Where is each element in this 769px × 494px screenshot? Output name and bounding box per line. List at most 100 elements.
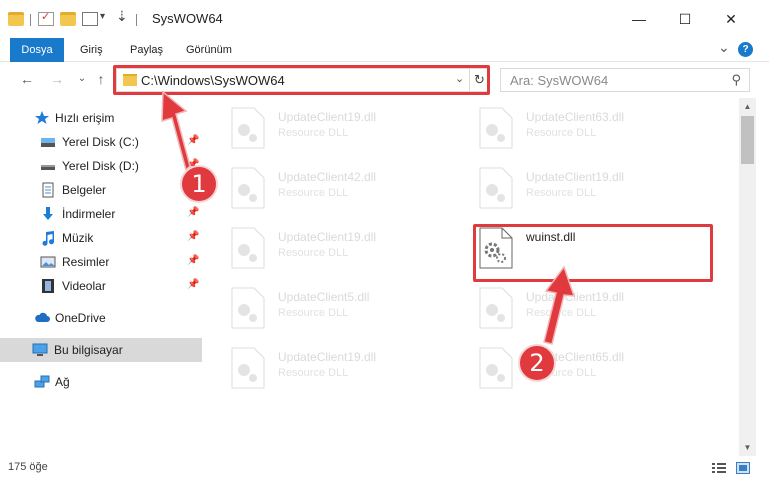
drive-icon: [41, 165, 55, 170]
pin-icon[interactable]: 📌: [187, 255, 199, 266]
sidebar-item-downloads[interactable]: İndirmeler 📌: [0, 202, 202, 226]
folder-icon: [8, 12, 24, 26]
search-icon[interactable]: ⚲: [731, 72, 741, 88]
video-icon: [42, 279, 54, 293]
file-type: Resource DLL: [278, 367, 349, 379]
dll-file-icon: [231, 287, 265, 329]
scroll-thumb[interactable]: [741, 116, 754, 164]
file-item[interactable]: UpdateClient19.dll Resource DLL: [478, 166, 688, 216]
divider: [136, 14, 137, 26]
window-title: SysWOW64: [152, 11, 223, 26]
step-1-badge: 1: [180, 165, 218, 203]
file-item[interactable]: UpdateClient63.dll Resource DLL: [478, 106, 688, 156]
star-icon: [35, 111, 49, 124]
tab-file[interactable]: Dosya: [10, 38, 64, 62]
sidebar-item-label: Yerel Disk (D:): [62, 159, 139, 173]
drive-icon: [41, 138, 55, 147]
dll-file-icon: [231, 107, 265, 149]
search-placeholder: Ara: SysWOW64: [510, 73, 609, 88]
file-name: UpdateClient19.dll: [526, 290, 625, 304]
file-type: Resource DLL: [526, 127, 597, 139]
sidebar-item-network[interactable]: Ağ: [0, 370, 202, 394]
tab-home[interactable]: Giriş: [80, 38, 103, 62]
pictures-icon: [40, 256, 56, 268]
pin-icon[interactable]: 📌: [187, 231, 199, 242]
item-count: 175 öğe: [8, 461, 48, 473]
file-item[interactable]: UpdateClient19.dll Resource DLL: [230, 106, 440, 156]
back-button[interactable]: ←: [18, 70, 36, 88]
minimize-button[interactable]: —: [616, 0, 662, 38]
maximize-button[interactable]: ☐: [662, 0, 708, 38]
sidebar-item-label: Bu bilgisayar: [54, 343, 123, 357]
sidebar-item-drive-c[interactable]: Yerel Disk (C:) 📌: [0, 130, 202, 154]
sidebar-item-quick-access[interactable]: Hızlı erişim: [0, 106, 202, 130]
dll-file-icon: [231, 167, 265, 209]
dll-file-icon: [231, 347, 265, 389]
file-type: Resource DLL: [278, 247, 349, 259]
cloud-icon: [35, 312, 50, 322]
sidebar-item-label: Müzik: [62, 231, 94, 245]
dll-file-icon: [231, 227, 265, 269]
file-type: Resource DLL: [526, 307, 597, 319]
sidebar-item-label: Yerel Disk (C:): [62, 135, 139, 149]
step-2-badge: 2: [518, 344, 556, 382]
up-button[interactable]: ↑: [92, 70, 110, 88]
file-name: UpdateClient19.dll: [278, 230, 377, 244]
toolbar-dropdown-icon[interactable]: ⇣: [116, 8, 128, 25]
file-item[interactable]: UpdateClient19.dll Resource DLL: [478, 286, 688, 336]
title-bar: ✓ ▾ ⇣ SysWOW64 — ☐ ✕: [0, 0, 769, 38]
address-highlight-box: [113, 65, 490, 95]
tab-view[interactable]: Görünüm: [186, 38, 232, 62]
large-icons-view-icon[interactable]: [736, 462, 750, 474]
file-highlight-box: [473, 224, 713, 282]
sidebar-item-drive-d[interactable]: Yerel Disk (D:) 📌: [0, 154, 202, 178]
recent-locations-button[interactable]: ⌄: [73, 70, 91, 88]
file-type: Resource DLL: [278, 187, 349, 199]
forward-button[interactable]: →: [48, 70, 66, 88]
file-item[interactable]: UpdateClient19.dll Resource DLL: [230, 226, 440, 276]
file-type: Resource DLL: [526, 187, 597, 199]
dll-file-icon: [479, 107, 513, 149]
ribbon-tabs: Dosya Giriş Paylaş Görünüm ⌄ ?: [0, 38, 769, 62]
file-name: UpdateClient5.dll: [278, 290, 370, 304]
sidebar-item-onedrive[interactable]: OneDrive: [0, 306, 202, 330]
new-folder-icon[interactable]: [60, 12, 76, 26]
customize-toolbar-icon[interactable]: ▾: [100, 11, 105, 22]
file-item[interactable]: UpdateClient42.dll Resource DLL: [230, 166, 440, 216]
details-view-icon[interactable]: [712, 462, 726, 474]
close-button[interactable]: ✕: [708, 0, 754, 38]
sidebar-item-documents[interactable]: Belgeler 📌: [0, 178, 202, 202]
dll-file-icon: [479, 287, 513, 329]
sidebar-item-videos[interactable]: Videolar 📌: [0, 274, 202, 298]
sidebar-item-pictures[interactable]: Resimler 📌: [0, 250, 202, 274]
search-box[interactable]: Ara: SysWOW64 ⚲: [500, 68, 750, 92]
sidebar-item-label: OneDrive: [55, 311, 106, 325]
pin-icon[interactable]: 📌: [187, 135, 199, 146]
computer-icon: [32, 343, 48, 356]
file-name: UpdateClient19.dll: [278, 350, 377, 364]
status-bar: 175 öğe: [0, 458, 769, 494]
vertical-scrollbar[interactable]: ▲ ▼: [739, 98, 756, 456]
pin-icon[interactable]: 📌: [187, 279, 199, 290]
dll-file-icon: [479, 347, 513, 389]
properties-icon[interactable]: ✓: [38, 11, 54, 26]
file-item[interactable]: UpdateClient5.dll Resource DLL: [230, 286, 440, 336]
music-icon: [42, 231, 54, 246]
expand-ribbon-icon[interactable]: ⌄: [718, 39, 730, 56]
scroll-down-icon[interactable]: ▼: [739, 439, 756, 456]
document-icon: [42, 182, 54, 198]
scroll-up-icon[interactable]: ▲: [739, 98, 756, 115]
file-item[interactable]: UpdateClient65.dll Resource DLL: [478, 346, 688, 396]
tab-share[interactable]: Paylaş: [130, 38, 163, 62]
file-item[interactable]: UpdateClient19.dll Resource DLL: [230, 346, 440, 396]
sidebar-item-this-pc[interactable]: Bu bilgisayar: [0, 338, 202, 362]
file-name: UpdateClient63.dll: [526, 110, 625, 124]
view-toggle-icon[interactable]: [82, 12, 98, 26]
pin-icon[interactable]: 📌: [187, 207, 199, 218]
sidebar-item-label: Ağ: [55, 375, 70, 389]
help-icon[interactable]: ?: [738, 42, 753, 57]
file-name: UpdateClient19.dll: [526, 170, 625, 184]
sidebar-item-label: Resimler: [62, 255, 110, 269]
divider: [30, 14, 31, 26]
sidebar-item-music[interactable]: Müzik 📌: [0, 226, 202, 250]
